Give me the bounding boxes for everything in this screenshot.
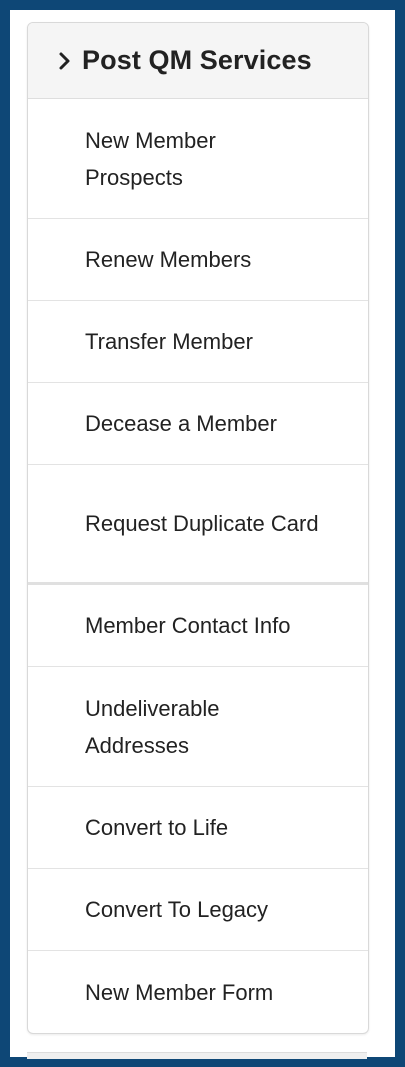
menu-item-member-contact-info[interactable]: Member Contact Info xyxy=(28,585,368,667)
services-menu: New Member Prospects Renew Members Trans… xyxy=(28,99,368,1033)
menu-item-convert-to-life[interactable]: Convert to Life xyxy=(28,787,368,869)
next-panel-edge xyxy=(27,1052,367,1059)
post-qm-services-panel: Post QM Services New Member Prospects Re… xyxy=(27,22,369,1034)
menu-item-convert-to-legacy[interactable]: Convert To Legacy xyxy=(28,869,368,951)
menu-item-label: Request Duplicate Card xyxy=(85,511,319,536)
menu-item-label: Convert to Life xyxy=(85,815,229,840)
menu-item-new-member-form[interactable]: New Member Form xyxy=(28,951,368,1033)
menu-item-label: Transfer Member xyxy=(85,329,253,354)
menu-item-label: New Member Form xyxy=(85,979,274,1005)
menu-item-label: Decease a Member xyxy=(85,411,277,436)
menu-item-label: Undeliverable Addresses xyxy=(85,695,220,758)
panel-header[interactable]: Post QM Services xyxy=(28,23,368,99)
chevron-right-icon xyxy=(59,52,70,69)
menu-item-label: Convert To Legacy xyxy=(85,897,269,922)
menu-item-label: Renew Members xyxy=(85,247,252,272)
menu-item-transfer-member[interactable]: Transfer Member xyxy=(28,301,368,383)
menu-item-renew-members[interactable]: Renew Members xyxy=(28,219,368,301)
menu-item-label: Member Contact Info xyxy=(85,613,291,638)
menu-item-decease-a-member[interactable]: Decease a Member xyxy=(28,383,368,465)
menu-item-request-duplicate-card[interactable]: Request Duplicate Card xyxy=(28,465,368,585)
menu-item-new-member-prospects[interactable]: New Member Prospects xyxy=(28,99,368,219)
menu-item-undeliverable-addresses[interactable]: Undeliverable Addresses xyxy=(28,667,368,787)
menu-item-label: New Member Prospects xyxy=(85,127,216,190)
panel-title: Post QM Services xyxy=(82,45,312,75)
